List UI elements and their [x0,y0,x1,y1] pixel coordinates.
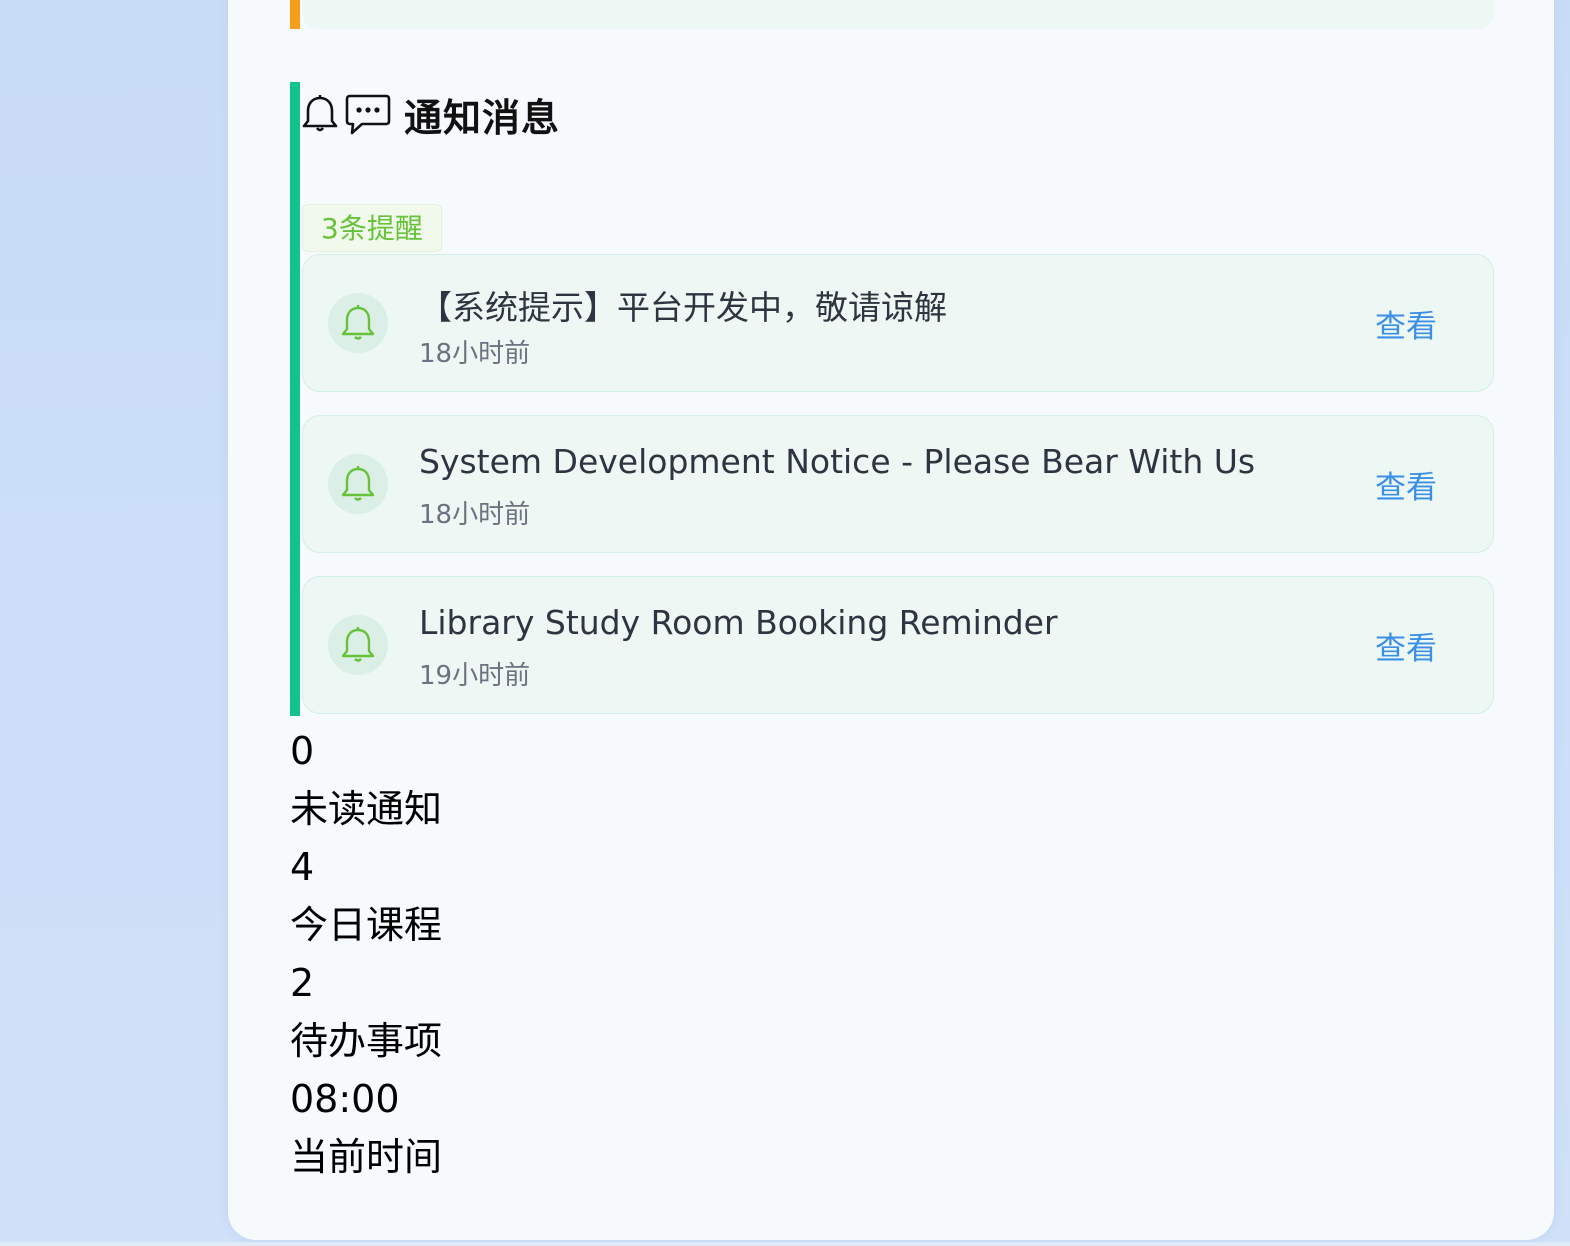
notification-item[interactable]: 【系统提示】平台开发中，敬请谅解 18小时前 查看 [302,254,1494,392]
notification-time: 18小时前 [419,500,531,530]
bell-icon [328,454,388,514]
todo-count-label: 待办事项 [290,1019,443,1063]
section-header: 通知消息 [302,88,560,140]
previous-card-accent-bar [290,0,300,29]
notification-title: System Development Notice - Please Bear … [419,442,1256,481]
reminder-count-badge: 3条提醒 [302,204,442,252]
previous-card [290,0,1494,29]
bell-icon [328,615,388,675]
today-courses-label: 今日课程 [290,903,443,947]
todo-count-value: 2 [290,961,315,1005]
current-time-value: 08:00 [290,1077,400,1121]
view-button[interactable]: 查看 [1375,301,1437,346]
notification-time: 18小时前 [419,339,531,369]
section-accent-bar [290,82,300,716]
current-time-label: 当前时间 [290,1135,443,1179]
view-button[interactable]: 查看 [1375,623,1437,668]
bell-icon [302,94,338,134]
bottom-edge [0,1242,1570,1246]
notification-time: 19小时前 [419,661,531,691]
notifications-section: 通知消息 3条提醒 【系统提示】平台开发中，敬请谅解 18小时前 查看 Syst… [290,82,1494,716]
unread-count-value: 0 [290,729,315,773]
chat-bubble-icon [344,92,392,136]
notification-title: 【系统提示】平台开发中，敬请谅解 [419,288,947,327]
notification-title: Library Study Room Booking Reminder [419,603,1058,642]
stats-list: 0 未读通知 4 今日课程 2 待办事项 08:00 当前时间 [290,722,442,1186]
view-button[interactable]: 查看 [1375,462,1437,507]
today-courses-value: 4 [290,845,315,889]
previous-card-body [302,0,1494,29]
bell-icon [328,293,388,353]
notification-item[interactable]: System Development Notice - Please Bear … [302,415,1494,553]
unread-count-label: 未读通知 [290,787,443,831]
notification-item[interactable]: Library Study Room Booking Reminder 19小时… [302,576,1494,714]
section-title: 通知消息 [404,95,561,140]
